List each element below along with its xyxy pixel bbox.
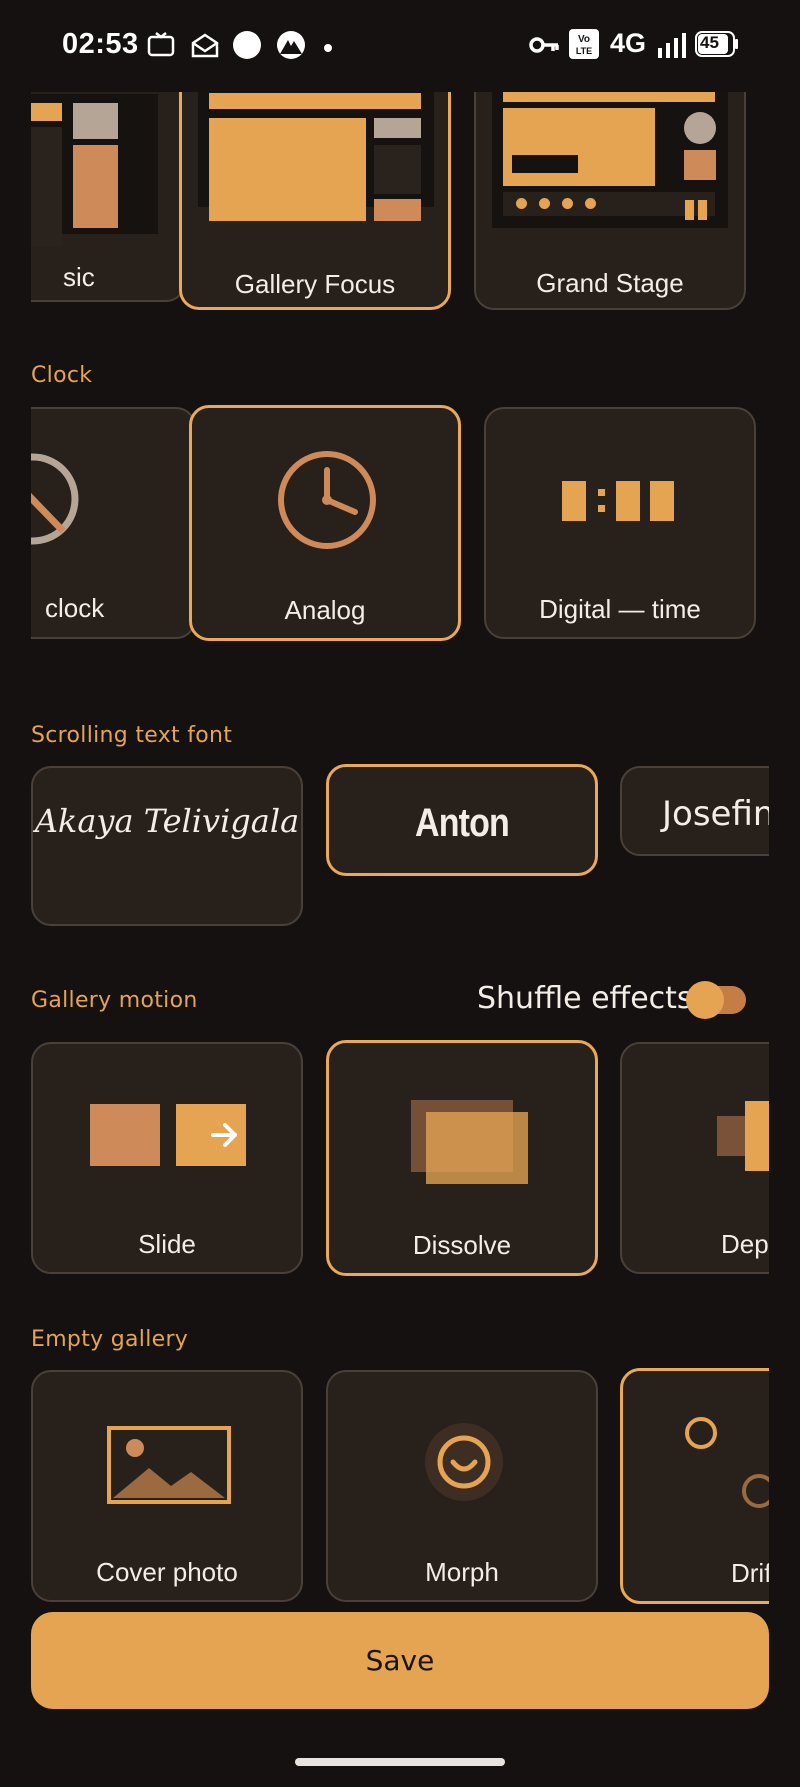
status-time: 02:53 — [62, 28, 139, 60]
analog-clock-icon — [278, 451, 376, 549]
gallery-motion-section-title: Gallery motion — [31, 988, 198, 1013]
nordvpn-icon — [275, 30, 307, 65]
signal-icon — [656, 30, 688, 65]
battery-level: 45 — [700, 33, 719, 52]
depth-front-box — [745, 1101, 769, 1171]
empty-card-cover-photo[interactable]: Cover photo — [31, 1370, 303, 1602]
font-row: Akaya Telivigala Anton Josefin — [31, 764, 769, 928]
clock-card-label: Analog — [284, 595, 366, 625]
font-card-label: Akaya Telivigala — [34, 802, 300, 840]
home-indicator[interactable] — [295, 1758, 505, 1766]
empty-card-label: Morph — [425, 1557, 499, 1587]
motion-card-dissolve[interactable]: Dissolve — [326, 1040, 598, 1276]
slide-source-box — [90, 1104, 160, 1166]
drift-circles-icon — [685, 1417, 769, 1508]
font-card-akaya[interactable]: Akaya Telivigala — [31, 766, 303, 926]
image-icon — [107, 1426, 231, 1504]
motion-card-label: Dissolve — [412, 1230, 512, 1260]
layout-card-label: Grand Stage — [536, 268, 684, 298]
status-bar: 02:53 Vo LTE 4G 45 — [0, 0, 800, 92]
empty-card-drift[interactable]: Drif — [620, 1368, 769, 1604]
empty-gallery-row: Cover photo Morph Drif — [31, 1368, 769, 1604]
empty-card-label: Drif — [731, 1558, 769, 1588]
circle-icon — [232, 30, 262, 65]
save-button[interactable]: Save — [31, 1612, 769, 1709]
empty-card-label: Cover photo — [96, 1557, 238, 1587]
motion-card-label: Slide — [138, 1229, 196, 1259]
layout-card-label: sic — [63, 262, 95, 292]
vpn-key-icon — [528, 30, 560, 65]
shuffle-effects-toggle-knob[interactable] — [686, 981, 724, 1019]
mail-icon — [190, 30, 220, 65]
digital-clock-icon — [562, 481, 674, 521]
svg-text:Vo: Vo — [578, 34, 590, 45]
font-card-label: Josefin — [662, 794, 769, 834]
layout-card-label: Gallery Focus — [234, 269, 396, 299]
clock-card-label: Digital — time — [539, 594, 701, 624]
dot-icon — [323, 40, 333, 58]
dissolve-front-box — [426, 1112, 528, 1184]
font-card-anton[interactable]: Anton — [326, 764, 598, 876]
font-card-josefin[interactable]: Josefin — [620, 766, 769, 856]
smile-icon — [425, 1423, 503, 1501]
clock-row: clock Analog Digital — time — [31, 405, 769, 643]
arrow-right-icon — [211, 1123, 237, 1147]
ome-tv-icon — [146, 30, 176, 65]
empty-card-morph[interactable]: Morph — [326, 1370, 598, 1602]
layout-row: sic Gallery Focus Grand Stage — [31, 92, 769, 314]
slide-target-box — [176, 1104, 246, 1166]
motion-card-slide[interactable]: Slide — [31, 1042, 303, 1274]
clock-card-analog[interactable]: Analog — [189, 405, 461, 641]
layout-card-grand-stage[interactable]: Grand Stage — [474, 92, 746, 310]
motion-card-label: Dept — [721, 1229, 769, 1259]
depth-back-box — [717, 1116, 747, 1156]
clock-card-partial[interactable]: clock — [31, 407, 196, 639]
layout-card-classic[interactable]: sic — [31, 92, 186, 302]
svg-text:LTE: LTE — [576, 46, 592, 56]
shuffle-effects-label: Shuffle effects — [477, 981, 693, 1016]
clock-card-digital[interactable]: Digital — time — [484, 407, 756, 639]
gallery-motion-row: Slide Dissolve Dept — [31, 1040, 769, 1276]
font-section-title: Scrolling text font — [31, 723, 233, 748]
layout-card-gallery-focus[interactable]: Gallery Focus — [179, 92, 451, 310]
clock-section-title: Clock — [31, 363, 93, 388]
network-type: 4G — [610, 28, 647, 58]
font-card-label: Anton — [415, 801, 510, 845]
motion-card-depth[interactable]: Dept — [620, 1042, 769, 1274]
empty-gallery-section-title: Empty gallery — [31, 1327, 189, 1352]
volte-icon: Vo LTE — [568, 28, 600, 65]
clock-card-label: clock — [45, 593, 105, 623]
clock-face-icon — [31, 453, 79, 545]
